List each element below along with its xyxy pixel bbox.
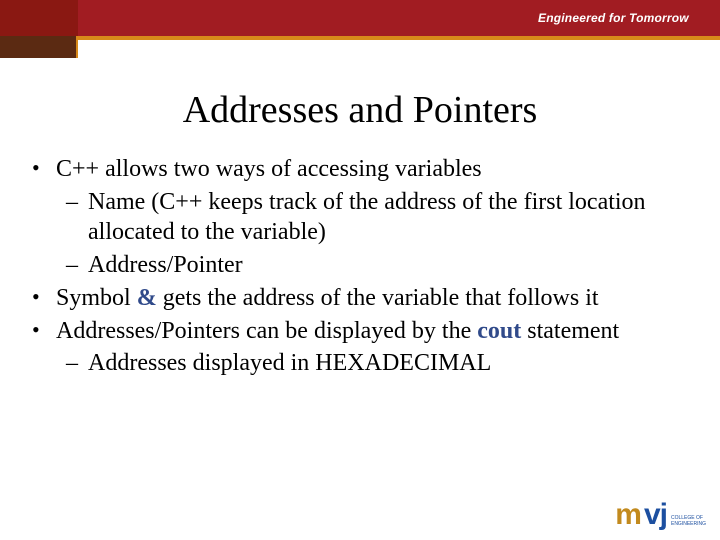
bullet-level1: Symbol & gets the address of the variabl…	[18, 283, 702, 314]
header-tagline: Engineered for Tomorrow	[538, 11, 689, 25]
header-fill	[78, 0, 530, 36]
mvj-logo: m vj COLLEGE OF ENGINEERING	[615, 500, 706, 530]
bullet-level1: Addresses/Pointers can be displayed by t…	[18, 316, 702, 347]
bullet-text-pre: Symbol	[56, 285, 137, 311]
bullet-text-post: gets the address of the variable that fo…	[157, 285, 599, 311]
bullet-level1: C++ allows two ways of accessing variabl…	[18, 154, 702, 185]
slide-body: C++ allows two ways of accessing variabl…	[18, 154, 702, 379]
cout-keyword: cout	[477, 318, 521, 344]
header-tab-accent	[0, 36, 78, 58]
bullet-level2: Addresses displayed in HEXADECIMAL	[18, 348, 702, 379]
slide-content: Addresses and Pointers C++ allows two wa…	[0, 78, 720, 540]
header-tagline-box: Engineered for Tomorrow	[530, 0, 720, 36]
header-accent-left	[0, 0, 78, 36]
bullet-text-pre: Addresses/Pointers can be displayed by t…	[56, 318, 477, 344]
ampersand-symbol: &	[137, 285, 157, 311]
logo-letters-vj: vj	[644, 500, 667, 530]
header-underline	[0, 36, 720, 40]
bullet-text-post: statement	[521, 318, 619, 344]
logo-subtext: COLLEGE OF ENGINEERING	[671, 516, 706, 530]
logo-sub-line2: ENGINEERING	[671, 522, 706, 528]
bullet-level2: Name (C++ keeps track of the address of …	[18, 187, 702, 248]
header-bar: Engineered for Tomorrow	[0, 0, 720, 36]
slide-title: Addresses and Pointers	[18, 88, 702, 132]
bullet-level2: Address/Pointer	[18, 250, 702, 281]
logo-letter-m: m	[615, 500, 640, 530]
